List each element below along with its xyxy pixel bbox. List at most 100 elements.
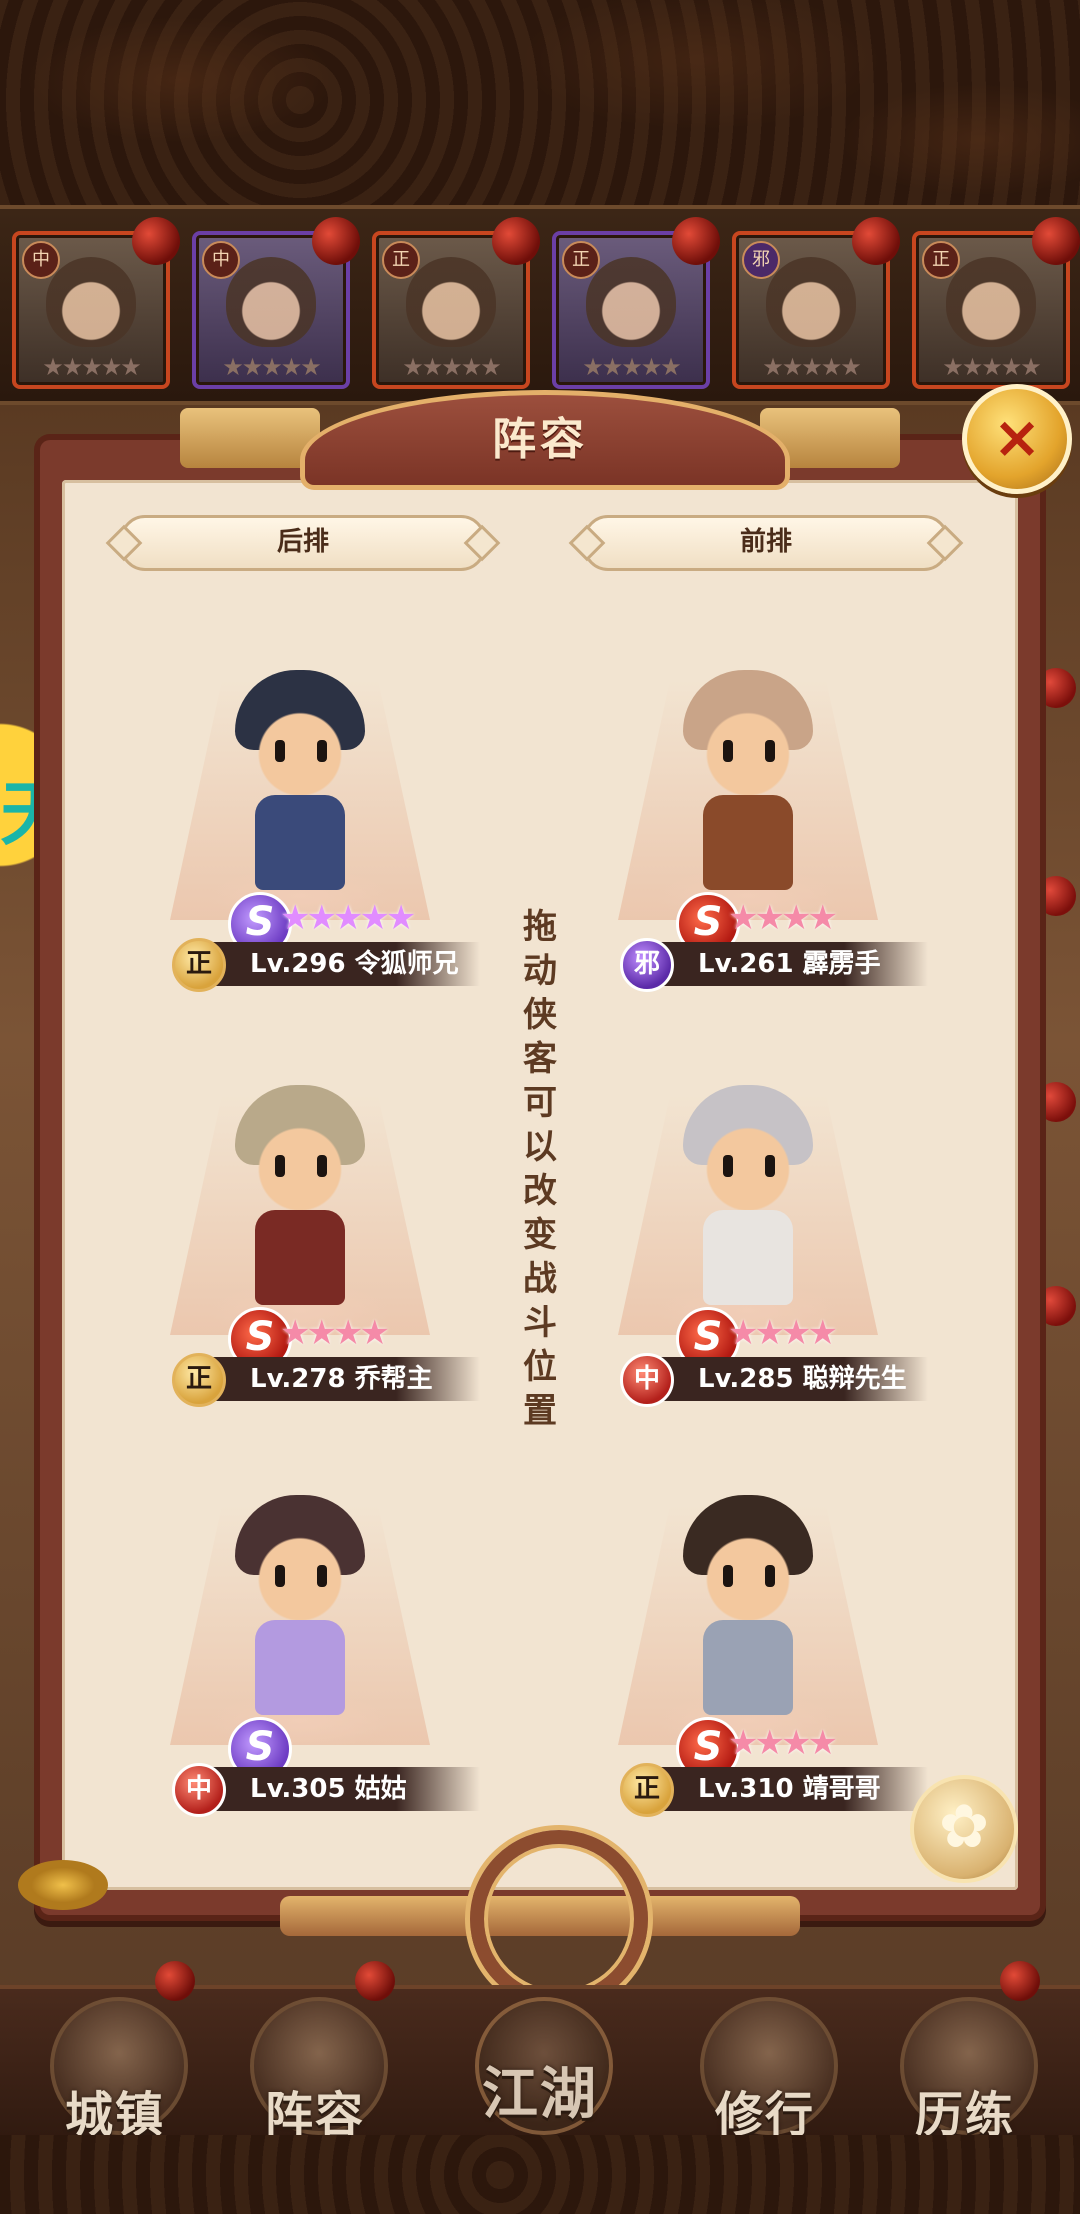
star-rating: ★★★★★: [42, 353, 142, 381]
faction-badge: 邪: [620, 938, 674, 992]
star-rating: ★★★★★: [280, 898, 416, 938]
hero-figure: [225, 660, 375, 910]
hero-body: [703, 1210, 793, 1305]
star-rating: ★★★★★: [942, 353, 1042, 381]
hero-body: [255, 1620, 345, 1715]
hero-figure: [673, 1075, 823, 1325]
hero-slot-back-3[interactable]: S Lv.305 姑姑 中: [100, 1465, 500, 1817]
hero-portrait: [766, 257, 856, 347]
hero-eye: [317, 740, 327, 762]
formation-button[interactable]: ✿: [910, 1775, 1018, 1883]
hero-body: [255, 1210, 345, 1305]
hero-body: [703, 1620, 793, 1715]
hero-head: [240, 1095, 360, 1215]
red-bead-icon: [1036, 1286, 1076, 1326]
close-button[interactable]: ×: [962, 384, 1072, 494]
star-rating: ★★★★: [728, 898, 838, 938]
nav-town[interactable]: 城镇: [40, 1989, 190, 2143]
page-title: 阵容: [492, 414, 588, 465]
flower-icon: ✿: [938, 1792, 990, 1862]
hero-portrait: [586, 257, 676, 347]
red-bead-icon: [492, 217, 540, 265]
hero-body: [255, 795, 345, 890]
faction-badge: 中: [22, 241, 60, 279]
hero-portrait: [226, 257, 316, 347]
red-bead-icon: [672, 217, 720, 265]
hero-portrait: [406, 257, 496, 347]
hero-figure: [673, 660, 823, 910]
hero-eye: [765, 1155, 775, 1177]
nav-cultivate[interactable]: 修行: [690, 1989, 840, 2143]
hero-figure: [673, 1485, 823, 1735]
cloud-ornament-icon: [18, 1860, 108, 1910]
faction-badge: 正: [620, 1763, 674, 1817]
hero-body: [703, 795, 793, 890]
hero-portrait: [946, 257, 1036, 347]
hero-name-level: Lv.305 姑姑: [200, 1767, 480, 1811]
faction-badge: 正: [562, 241, 600, 279]
nav-label: 江湖: [482, 2062, 598, 2127]
hero-name-level: Lv.285 聪辩先生: [648, 1357, 928, 1401]
star-rating: ★★★★★: [582, 353, 682, 381]
red-bead-icon: [132, 217, 180, 265]
faction-badge: 中: [172, 1763, 226, 1817]
nav-training[interactable]: 历练: [890, 1989, 1040, 2143]
red-bead-icon: [312, 217, 360, 265]
close-icon: ×: [992, 403, 1042, 471]
panel-ring-ornament: [470, 1830, 648, 2008]
red-bead-icon: [155, 1961, 195, 2001]
hero-eye: [723, 740, 733, 762]
hero-slot-back-1[interactable]: S ★★★★★ Lv.296 令狐师兄 正: [100, 640, 500, 992]
hero-slot-front-3[interactable]: S ★★★★ Lv.310 靖哥哥 正: [548, 1465, 948, 1817]
star-rating: ★★★★: [728, 1313, 838, 1353]
faction-badge: 邪: [742, 241, 780, 279]
nav-jianghu[interactable]: 江湖: [465, 1989, 615, 2139]
hero-eye: [275, 740, 285, 762]
back-row-label: 后排: [120, 515, 486, 571]
hero-portrait: [46, 257, 136, 347]
hero-eye: [317, 1155, 327, 1177]
faction-badge: 正: [382, 241, 420, 279]
hero-slot-back-2[interactable]: S ★★★★ Lv.278 乔帮主 正: [100, 1055, 500, 1407]
hero-eye: [275, 1565, 285, 1587]
bottom-nav: 城镇 阵容 江湖 修行 历练: [0, 1961, 1080, 2143]
faction-badge: 正: [922, 241, 960, 279]
hero-eye: [723, 1155, 733, 1177]
red-bead-icon: [1032, 217, 1080, 265]
hero-head: [688, 1095, 808, 1215]
hero-head: [240, 1505, 360, 1625]
title-wing-left: [180, 408, 320, 468]
star-rating: ★★★★★: [402, 353, 502, 381]
background-bottom: [0, 2135, 1080, 2214]
hero-head: [688, 680, 808, 800]
red-bead-icon: [852, 217, 900, 265]
hero-figure: [225, 1075, 375, 1325]
star-rating: ★★★★: [728, 1723, 838, 1763]
hero-name-level: Lv.296 令狐师兄: [200, 942, 480, 986]
hero-head: [240, 680, 360, 800]
hero-eye: [765, 1565, 775, 1587]
red-bead-icon: [1036, 668, 1076, 708]
red-bead-icon: [1036, 876, 1076, 916]
hero-slot-front-1[interactable]: S ★★★★ Lv.261 霹雳手 邪: [548, 640, 948, 992]
nav-lineup[interactable]: 阵容: [240, 1989, 390, 2143]
hero-slot-front-2[interactable]: S ★★★★ Lv.285 聪辩先生 中: [548, 1055, 948, 1407]
faction-badge: 正: [172, 938, 226, 992]
red-bead-icon: [1036, 1082, 1076, 1122]
faction-badge: 中: [202, 241, 240, 279]
red-bead-icon: [1000, 1961, 1040, 2001]
front-row-label: 前排: [583, 515, 949, 571]
hero-name-level: Lv.310 靖哥哥: [648, 1767, 928, 1811]
hero-figure: [225, 1485, 375, 1735]
hero-name-level: Lv.261 霹雳手: [648, 942, 928, 986]
hero-eye: [317, 1565, 327, 1587]
red-bead-icon: [355, 1961, 395, 2001]
hero-eye: [765, 740, 775, 762]
star-rating: ★★★★★: [762, 353, 862, 381]
hero-name-level: Lv.278 乔帮主: [200, 1357, 480, 1401]
hero-roster-strip: 中 ★★★★★ 中 ★★★★★ 正 ★★★★★ 正 ★★★★★ 邪 ★★★★★ …: [0, 205, 1080, 405]
faction-badge: 正: [172, 1353, 226, 1407]
star-rating: ★★★★★: [222, 353, 322, 381]
star-rating: ★★★★: [280, 1313, 390, 1353]
background-top: [0, 0, 1080, 210]
